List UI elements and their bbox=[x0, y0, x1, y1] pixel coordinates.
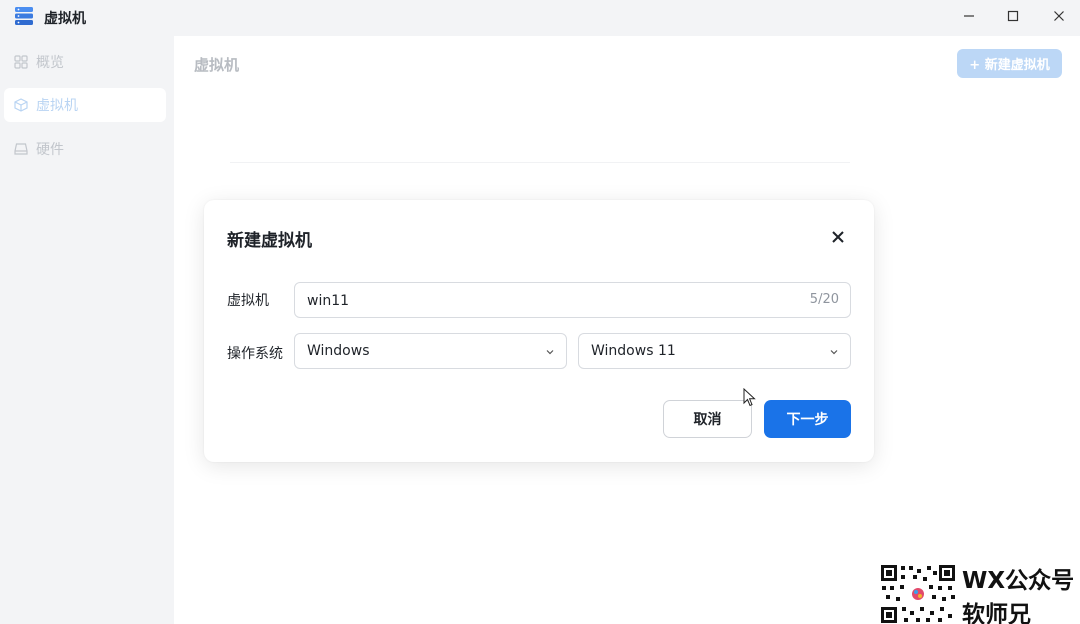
os-select[interactable]: Windows bbox=[294, 333, 567, 369]
grid-icon bbox=[14, 55, 28, 69]
cancel-button[interactable]: 取消 bbox=[663, 400, 752, 438]
server-app-icon bbox=[14, 6, 34, 26]
mouse-cursor-icon bbox=[743, 387, 757, 408]
close-icon bbox=[832, 231, 844, 243]
minimize-icon bbox=[964, 15, 974, 17]
sidebar-item-label: 概览 bbox=[36, 55, 64, 71]
new-vm-dialog: 新建虚拟机 虚拟机 5/20 操作系统 Windows Windows 11 取… bbox=[204, 200, 874, 462]
app-window: 虚拟机 概览 虚拟机 硬件 虚拟机 + 新建虚拟机 新建虚拟机 虚拟机 win1… bbox=[0, 0, 1080, 624]
new-vm-button[interactable]: + 新建虚拟机 bbox=[957, 49, 1062, 78]
title-bar: 虚拟机 bbox=[0, 0, 1080, 36]
maximize-button[interactable] bbox=[990, 0, 1036, 32]
watermark-line-1: WX公众号 bbox=[962, 568, 1075, 594]
sidebar-item-vm[interactable]: 虚拟机 bbox=[4, 88, 166, 122]
vm-name-field[interactable]: 5/20 bbox=[294, 282, 851, 318]
sidebar: 概览 虚拟机 硬件 bbox=[0, 36, 174, 624]
os-version-select[interactable]: Windows 11 bbox=[578, 333, 851, 369]
os-label: 操作系统 bbox=[227, 346, 283, 362]
close-icon bbox=[1054, 11, 1064, 21]
cube-icon bbox=[14, 98, 28, 112]
vm-name-label: 虚拟机 bbox=[227, 293, 269, 309]
sidebar-item-hardware[interactable]: 硬件 bbox=[4, 132, 166, 166]
vm-name-input[interactable] bbox=[307, 291, 787, 311]
char-counter: 5/20 bbox=[809, 292, 839, 307]
os-version-select-value: Windows 11 bbox=[591, 343, 676, 359]
minimize-button[interactable] bbox=[946, 0, 992, 32]
watermark-line-2: 软师兄 bbox=[962, 602, 1031, 624]
window-title: 虚拟机 bbox=[44, 11, 86, 27]
divider bbox=[230, 162, 850, 163]
page-title: 虚拟机 bbox=[194, 56, 240, 74]
dialog-close-button[interactable] bbox=[828, 227, 848, 247]
chevron-down-icon bbox=[828, 346, 840, 358]
window-close-button[interactable] bbox=[1036, 0, 1080, 32]
next-step-button[interactable]: 下一步 bbox=[764, 400, 851, 438]
os-select-value: Windows bbox=[307, 343, 370, 359]
drive-icon bbox=[14, 142, 28, 156]
sidebar-item-label: 虚拟机 bbox=[36, 98, 78, 114]
chevron-down-icon bbox=[544, 346, 556, 358]
dialog-title: 新建虚拟机 bbox=[227, 231, 312, 251]
sidebar-item-label: 硬件 bbox=[36, 142, 64, 158]
maximize-icon bbox=[1007, 10, 1019, 22]
qr-code-icon bbox=[880, 564, 956, 624]
sidebar-item-overview[interactable]: 概览 bbox=[4, 45, 166, 79]
